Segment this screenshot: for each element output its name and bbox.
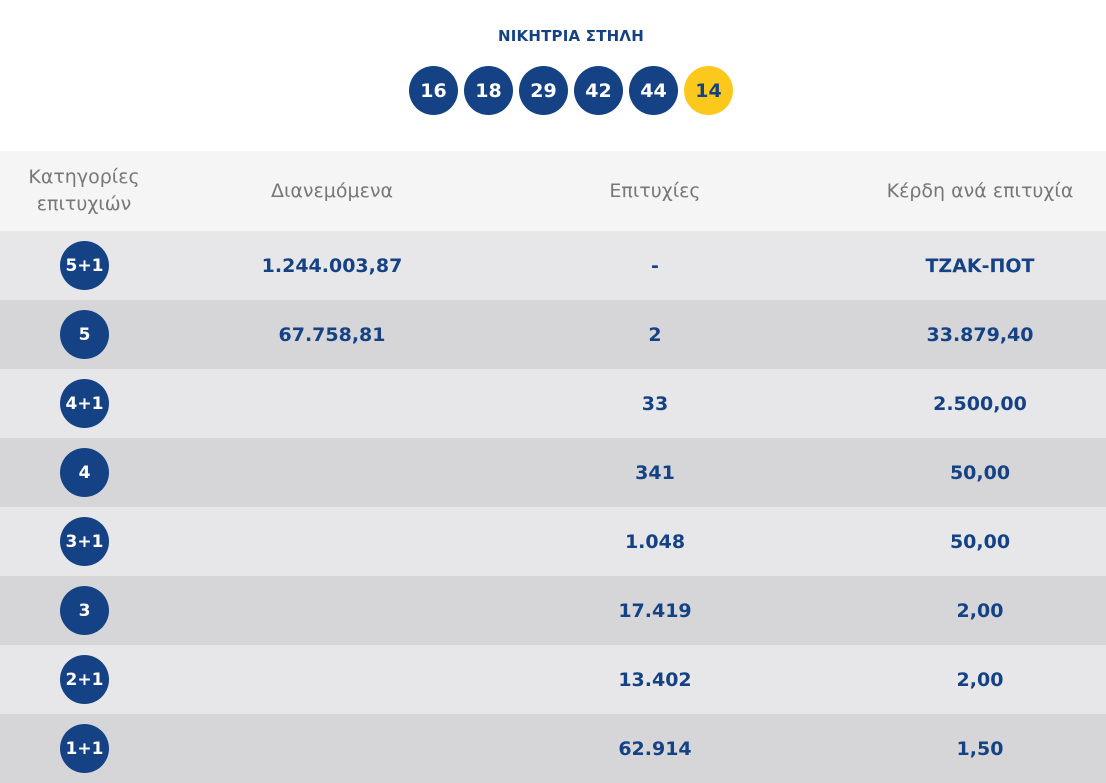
table-row: 3+1 1.048 50,00 xyxy=(0,507,1106,576)
prize-value: 50,00 xyxy=(949,530,1011,553)
prize-value: ΤΖΑΚ-ΠΟΤ xyxy=(925,254,1035,277)
bonus-number-ball: 14 xyxy=(684,66,733,115)
table-row: 2+1 13.402 2,00 xyxy=(0,645,1106,714)
winning-title: ΝΙΚΗΤΡΙΑ ΣΤΗΛΗ xyxy=(498,27,644,45)
prize-value: 1,50 xyxy=(956,737,1004,760)
category-badge: 1+1 xyxy=(60,724,109,773)
winners-value: 2 xyxy=(648,323,662,346)
winners-value: 13.402 xyxy=(618,668,692,691)
prize-value: 2.500,00 xyxy=(933,392,1027,415)
winners-value: 17.419 xyxy=(618,599,692,622)
category-badge: 3 xyxy=(60,586,109,635)
header-prize: Κέρδη ανά επιτυχία xyxy=(886,179,1074,202)
category-badge: 4 xyxy=(60,448,109,497)
table-row: 1+1 62.914 1,50 xyxy=(0,714,1106,783)
category-badge: 4+1 xyxy=(60,379,109,428)
distributed-value: 67.758,81 xyxy=(278,323,386,346)
winners-value: - xyxy=(651,254,659,277)
winning-number-ball: 44 xyxy=(629,66,678,115)
header-category: Κατηγορίες επιτυχιών xyxy=(28,166,140,215)
winners-value: 33 xyxy=(641,392,669,415)
winning-number-ball: 18 xyxy=(464,66,513,115)
table-row: 5+1 1.244.003,87 - ΤΖΑΚ-ΠΟΤ xyxy=(0,231,1106,300)
winning-number-ball: 16 xyxy=(409,66,458,115)
winning-numbers: 16 18 29 42 44 14 xyxy=(409,66,733,115)
header-distributed: Διανεμόμενα xyxy=(270,179,394,202)
winners-value: 341 xyxy=(635,461,675,484)
winning-number-ball: 42 xyxy=(574,66,623,115)
distributed-value xyxy=(172,507,492,576)
distributed-value xyxy=(172,645,492,714)
winners-value: 62.914 xyxy=(618,737,692,760)
distributed-value xyxy=(172,714,492,783)
category-badge: 2+1 xyxy=(60,655,109,704)
prize-value: 2,00 xyxy=(956,599,1004,622)
header-winners: Επιτυχίες xyxy=(609,179,701,202)
winners-value: 1.048 xyxy=(624,530,686,553)
category-badge: 3+1 xyxy=(60,517,109,566)
category-badge: 5 xyxy=(60,310,109,359)
table-row: 5 67.758,81 2 33.879,40 xyxy=(0,300,1106,369)
distributed-value xyxy=(172,576,492,645)
prize-value: 50,00 xyxy=(949,461,1011,484)
prize-value: 2,00 xyxy=(956,668,1004,691)
table-row: 4 341 50,00 xyxy=(0,438,1106,507)
winning-number-ball: 29 xyxy=(519,66,568,115)
prize-table: Κατηγορίες επιτυχιών Διανεμόμενα Επιτυχί… xyxy=(0,151,1106,783)
table-row: 4+1 33 2.500,00 xyxy=(0,369,1106,438)
distributed-value xyxy=(172,369,492,438)
table-row: 3 17.419 2,00 xyxy=(0,576,1106,645)
table-header: Κατηγορίες επιτυχιών Διανεμόμενα Επιτυχί… xyxy=(0,151,1106,231)
category-badge: 5+1 xyxy=(60,241,109,290)
distributed-value: 1.244.003,87 xyxy=(261,254,403,277)
distributed-value xyxy=(172,438,492,507)
prize-value: 33.879,40 xyxy=(926,323,1034,346)
